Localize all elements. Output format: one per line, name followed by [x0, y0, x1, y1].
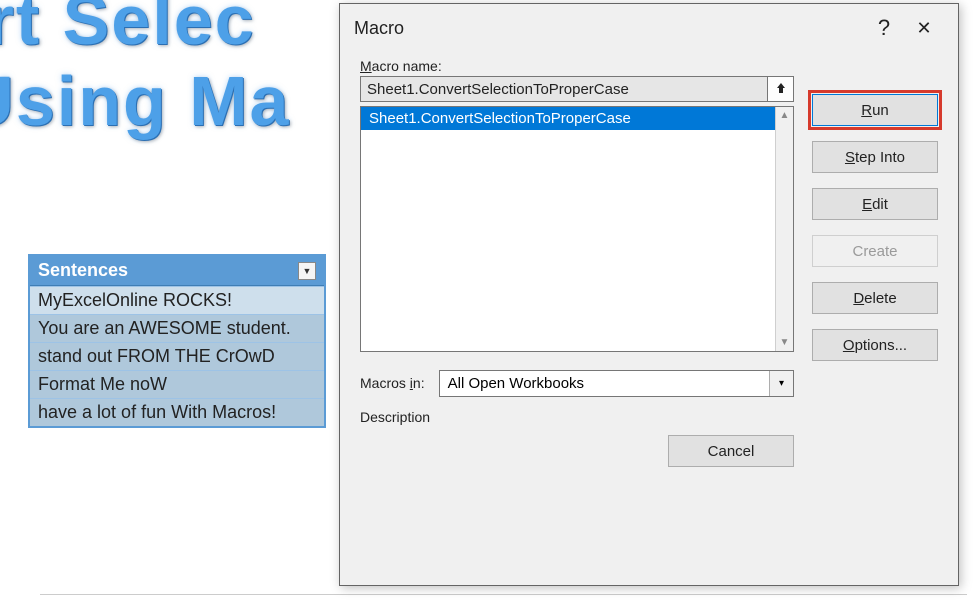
edit-button[interactable]: Edit — [812, 188, 938, 220]
macro-name-input[interactable] — [360, 76, 768, 102]
cancel-button[interactable]: Cancel — [668, 435, 794, 467]
run-button[interactable]: Run — [812, 94, 938, 126]
table-row[interactable]: stand out FROM THE CrOwD — [30, 342, 324, 370]
create-button: Create — [812, 235, 938, 267]
dialog-title: Macro — [354, 18, 404, 39]
dialog-body: Macro name: Sheet1.Conve — [340, 52, 958, 585]
help-icon: ? — [878, 15, 890, 41]
title-bar: Macro ? ✕ — [340, 4, 958, 52]
macro-list-item[interactable]: Sheet1.ConvertSelectionToProperCase — [361, 107, 775, 130]
table-row[interactable]: You are an AWESOME student. — [30, 314, 324, 342]
step-into-button[interactable]: Step Into — [812, 141, 938, 173]
table-header: Sentences ▼ — [30, 256, 324, 286]
scroll-up-icon: ▲ — [780, 110, 790, 121]
help-button[interactable]: ? — [864, 12, 904, 44]
reference-picker-button[interactable] — [768, 76, 794, 102]
macros-in-value: All Open Workbooks — [440, 375, 592, 392]
chevron-down-icon: ▾ — [769, 371, 793, 396]
scroll-down-icon: ▼ — [780, 337, 790, 348]
description-label: Description — [360, 409, 794, 425]
up-arrow-icon — [774, 81, 788, 98]
divider — [40, 594, 967, 595]
macros-in-label: Macros in: — [360, 375, 425, 391]
table-row[interactable]: have a lot of fun With Macros! — [30, 398, 324, 426]
macro-name-label: Macro name: — [360, 58, 938, 74]
background-title: nvert Selec se Using Ma — [0, 0, 360, 141]
scrollbar[interactable]: ▲ ▼ — [775, 107, 793, 351]
macro-list[interactable]: Sheet1.ConvertSelectionToProperCase ▲ ▼ — [360, 106, 794, 352]
table-row[interactable]: Format Me noW — [30, 370, 324, 398]
close-button[interactable]: ✕ — [904, 12, 944, 44]
filter-dropdown-button[interactable]: ▼ — [298, 262, 316, 280]
background-title-line2: se Using Ma — [0, 61, 360, 142]
close-icon: ✕ — [916, 18, 931, 39]
options-button[interactable]: Options... — [812, 329, 938, 361]
macros-in-dropdown[interactable]: All Open Workbooks ▾ — [439, 370, 794, 397]
sentences-table: Sentences ▼ MyExcelOnline ROCKS! You are… — [28, 254, 326, 428]
table-header-text: Sentences — [38, 260, 128, 281]
macro-dialog: Macro ? ✕ Macro name: — [339, 3, 959, 586]
delete-button[interactable]: Delete — [812, 282, 938, 314]
dialog-button-column: Run Step Into Edit Create Delete Options… — [812, 76, 938, 467]
chevron-down-icon: ▼ — [303, 266, 312, 276]
background-title-line1: nvert Selec — [0, 0, 360, 61]
table-row[interactable]: MyExcelOnline ROCKS! — [30, 286, 324, 314]
